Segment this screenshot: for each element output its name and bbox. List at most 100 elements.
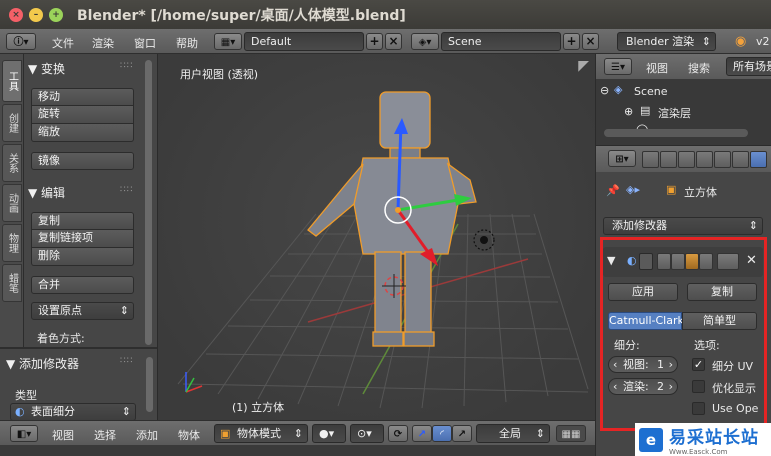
info-header: ⓘ▾ 文件 渲染 窗口 帮助 ▦▾ Default + × ◈▾ Scene +… bbox=[0, 29, 771, 54]
render-engine-dropdown[interactable]: Blender 渲染 ⇕ bbox=[617, 32, 716, 51]
object-tab-icon[interactable] bbox=[714, 151, 731, 168]
scale-button[interactable]: 缩放 bbox=[31, 124, 134, 142]
cube-icon: ▣ bbox=[666, 183, 677, 196]
3d-viewport[interactable]: 用户视图 (透视) ◤ (1) 立方体 bbox=[157, 54, 595, 420]
shading-label: 着色方式: bbox=[37, 332, 85, 345]
duplicate-linked-button[interactable]: 复制链接项 bbox=[31, 230, 134, 248]
panel-grip-icon[interactable]: ∷∷ bbox=[120, 356, 133, 366]
menu-render[interactable]: 渲染 bbox=[92, 35, 114, 51]
properties-header: ⊞▾ bbox=[595, 145, 771, 172]
add-modifier-dropdown[interactable]: 添加修改器 ⇕ bbox=[603, 217, 763, 235]
axis-arrow-icon: ↗ bbox=[417, 429, 427, 440]
tab-physics[interactable]: 物理 bbox=[2, 224, 22, 262]
window-close-button[interactable]: × bbox=[9, 7, 23, 22]
pin-icon[interactable]: 📌 bbox=[606, 184, 620, 197]
set-origin-dropdown[interactable]: 设置原点 ⇕ bbox=[31, 302, 134, 320]
scene-add-button[interactable]: + bbox=[563, 33, 580, 50]
menu-window[interactable]: 窗口 bbox=[134, 35, 156, 51]
transform-panel-header[interactable]: ▼ 变换 bbox=[28, 60, 65, 77]
menu-object[interactable]: 物体 bbox=[178, 427, 200, 443]
translate-manipulator-button[interactable]: ↗ bbox=[412, 425, 432, 442]
window-minimize-button[interactable]: – bbox=[29, 7, 43, 22]
modifier-type-dropdown[interactable]: ◐ 表面细分 ⇕ bbox=[10, 403, 136, 421]
tab-grease-pencil[interactable]: 蜡笔 bbox=[2, 264, 22, 302]
scene-breadcrumb-icon: ◈▸ bbox=[626, 183, 640, 196]
cube-icon: ◧▾ bbox=[16, 429, 32, 440]
constraints-tab-icon[interactable] bbox=[732, 151, 749, 168]
menu-help[interactable]: 帮助 bbox=[176, 35, 198, 51]
tool-shelf-scrollbar[interactable] bbox=[145, 60, 152, 345]
render-layers-tab-icon[interactable] bbox=[660, 151, 677, 168]
mirror-button[interactable]: 镜像 bbox=[31, 152, 134, 170]
orientation-value: 全局 bbox=[499, 427, 521, 440]
watermark-sub: Www.Easck.Com bbox=[669, 448, 728, 456]
updown-arrow-icon: ⇕ bbox=[293, 427, 303, 440]
outliner-horizontal-scrollbar[interactable] bbox=[604, 129, 748, 137]
plus-icon: + bbox=[566, 34, 577, 48]
scene-name-field[interactable]: Scene bbox=[441, 32, 561, 51]
scale-manipulator-button[interactable]: ↗ bbox=[452, 425, 472, 442]
object-mode-icon: ▣ bbox=[220, 427, 231, 440]
tab-create[interactable]: 创建 bbox=[2, 104, 22, 142]
menu-select[interactable]: 选择 bbox=[94, 427, 116, 443]
duplicate-button[interactable]: 复制 bbox=[31, 212, 134, 230]
add-modifier-panel-header[interactable]: ▼ 添加修改器 bbox=[6, 355, 79, 372]
scene-tab-icon[interactable] bbox=[678, 151, 695, 168]
scene-selector-button[interactable]: ◈▾ bbox=[411, 33, 439, 50]
layout-remove-button[interactable]: × bbox=[385, 33, 402, 50]
expand-icon[interactable]: ⊕ bbox=[624, 105, 633, 118]
transform-orientation-dropdown[interactable]: 全局 ⇕ bbox=[476, 424, 550, 443]
pivot-dropdown[interactable]: ⊙▾ bbox=[350, 424, 384, 443]
layers-icon: ▦▦ bbox=[561, 429, 581, 440]
mode-value: 物体模式 bbox=[237, 427, 281, 440]
layout-add-button[interactable]: + bbox=[366, 33, 383, 50]
mode-dropdown[interactable]: ▣ 物体模式 ⇕ bbox=[214, 424, 308, 443]
info-icon: ⓘ▾ bbox=[13, 37, 29, 48]
outliner-display-mode-dropdown[interactable]: 所有场景 bbox=[726, 57, 771, 76]
edit-panel-header[interactable]: ▼ 编辑 bbox=[28, 184, 65, 201]
operator-panel-scrollbar[interactable] bbox=[146, 357, 153, 412]
modifier-tab-icon[interactable] bbox=[750, 151, 767, 168]
menu-view[interactable]: 视图 bbox=[52, 427, 74, 443]
properties-editor-type-button[interactable]: ⊞▾ bbox=[608, 150, 636, 167]
panel-grip-icon[interactable]: ∷∷ bbox=[120, 185, 133, 195]
human-model-mesh bbox=[307, 91, 477, 347]
world-tab-icon[interactable] bbox=[696, 151, 713, 168]
layout-grid-icon: ▦▾ bbox=[220, 37, 236, 48]
shading-dropdown[interactable]: ●▾ bbox=[312, 424, 346, 443]
outliner-item-scene[interactable]: Scene bbox=[634, 85, 668, 98]
translate-button[interactable]: 移动 bbox=[31, 88, 134, 106]
layout-selector-button[interactable]: ▦▾ bbox=[214, 33, 242, 50]
outliner-item-render-layers[interactable]: 渲染层 bbox=[658, 105, 691, 121]
close-icon: × bbox=[585, 34, 596, 48]
tab-animation[interactable]: 动画 bbox=[2, 184, 22, 222]
collapse-icon[interactable]: ⊖ bbox=[600, 84, 609, 97]
rotate-button[interactable]: 旋转 bbox=[31, 106, 134, 124]
outliner-menu-search[interactable]: 搜索 bbox=[688, 60, 710, 76]
arc-icon: ◜ bbox=[440, 429, 444, 440]
rotate-manipulator-button[interactable]: ◜ bbox=[432, 425, 452, 442]
outliner-editor-type-button[interactable]: ☰▾ bbox=[604, 58, 632, 75]
manipulator-toggle-button[interactable]: ⟳ bbox=[388, 425, 408, 442]
editor-type-button[interactable]: ⓘ▾ bbox=[6, 33, 36, 50]
updown-arrow-icon: ⇕ bbox=[701, 35, 711, 48]
window-maximize-button[interactable]: + bbox=[49, 7, 63, 22]
layout-name-field[interactable]: Default bbox=[244, 32, 364, 51]
layers-grid[interactable]: ▦▦ bbox=[556, 425, 586, 442]
join-button[interactable]: 合并 bbox=[31, 276, 134, 294]
manipulator-icon: ⟳ bbox=[393, 429, 403, 440]
type-label: 类型 bbox=[15, 389, 37, 402]
render-tab-icon[interactable] bbox=[642, 151, 659, 168]
tab-tools[interactable]: 工具 bbox=[2, 60, 22, 102]
sphere-icon: ●▾ bbox=[319, 427, 335, 440]
panel-grip-icon[interactable]: ∷∷ bbox=[120, 61, 133, 71]
breadcrumb-object: 立方体 bbox=[684, 186, 717, 199]
delete-button[interactable]: 删除 bbox=[31, 248, 134, 266]
outliner-menu-view[interactable]: 视图 bbox=[646, 60, 668, 76]
menu-add[interactable]: 添加 bbox=[136, 427, 158, 443]
scene-remove-button[interactable]: × bbox=[582, 33, 599, 50]
render-engine-value: Blender 渲染 bbox=[626, 35, 695, 48]
editor-type-button[interactable]: ◧▾ bbox=[10, 425, 38, 442]
tab-relations[interactable]: 关系 bbox=[2, 144, 22, 182]
menu-file[interactable]: 文件 bbox=[52, 35, 74, 51]
